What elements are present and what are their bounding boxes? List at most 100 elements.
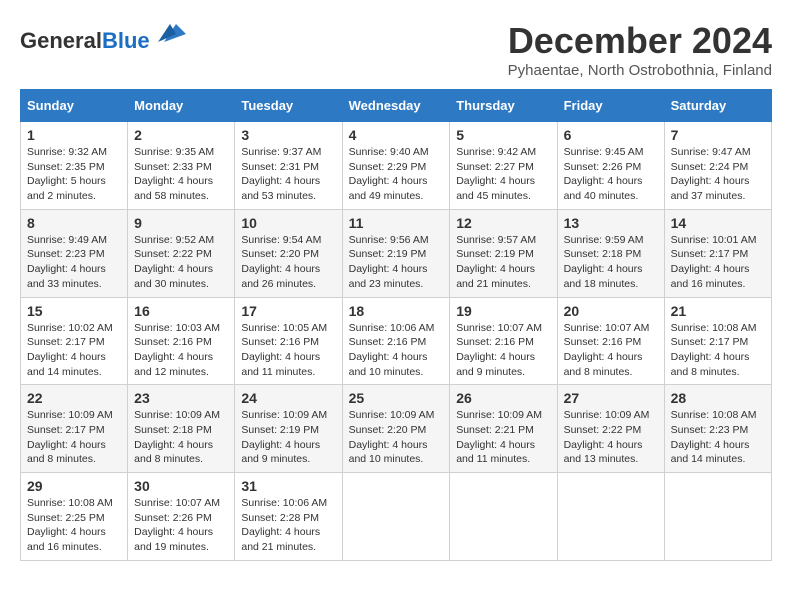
title-block: December 2024 Pyhaentae, North Ostroboth… — [508, 20, 772, 79]
calendar-day-cell: 14 Sunrise: 10:01 AMSunset: 2:17 PMDaylig… — [664, 209, 771, 297]
day-number: 3 — [241, 127, 335, 143]
day-info: Sunrise: 9:45 AMSunset: 2:26 PMDaylight:… — [564, 145, 658, 204]
day-info: Sunrise: 9:59 AMSunset: 2:18 PMDaylight:… — [564, 233, 658, 292]
day-info: Sunrise: 9:32 AMSunset: 2:35 PMDaylight:… — [27, 145, 121, 204]
header-sunday: Sunday — [21, 90, 128, 122]
day-info: Sunrise: 10:03 AMSunset: 2:16 PMDaylight… — [134, 321, 228, 380]
calendar-week-row: 1Sunrise: 9:32 AMSunset: 2:35 PMDaylight… — [21, 122, 772, 210]
calendar-day-cell: 15Sunrise: 10:02 AMSunset: 2:17 PMDaylig… — [21, 297, 128, 385]
day-number: 2 — [134, 127, 228, 143]
day-info: Sunrise: 10:08 AMSunset: 2:23 PMDaylight… — [671, 408, 765, 467]
day-number: 22 — [27, 390, 121, 406]
day-number: 10 — [241, 215, 335, 231]
day-info: Sunrise: 10:02 AMSunset: 2:17 PMDaylight… — [27, 321, 121, 380]
day-number: 17 — [241, 303, 335, 319]
day-number: 18 — [349, 303, 444, 319]
calendar-day-cell: 4 Sunrise: 9:40 AMSunset: 2:29 PMDaylight… — [342, 122, 450, 210]
calendar-day-cell: 18 Sunrise: 10:06 AMSunset: 2:16 PMDaylig… — [342, 297, 450, 385]
day-info: Sunrise: 9:56 AMSunset: 2:19 PMDaylight:… — [349, 233, 444, 292]
day-number: 6 — [564, 127, 658, 143]
day-info: Sunrise: 10:08 AMSunset: 2:25 PMDaylight… — [27, 496, 121, 555]
calendar-day-cell: 31Sunrise: 10:06 AMSunset: 2:28 PMDaylig… — [235, 473, 342, 561]
page-header: GeneralBlue December 2024 Pyhaentae, Nor… — [20, 20, 772, 79]
day-info: Sunrise: 9:42 AMSunset: 2:27 PMDaylight:… — [456, 145, 550, 204]
header-saturday: Saturday — [664, 90, 771, 122]
calendar-week-row: 29 Sunrise: 10:08 AMSunset: 2:25 PMDaylig… — [21, 473, 772, 561]
calendar-header-row: SundayMondayTuesdayWednesdayThursdayFrid… — [21, 90, 772, 122]
calendar-day-cell: 21Sunrise: 10:08 AMSunset: 2:17 PMDaylig… — [664, 297, 771, 385]
calendar-week-row: 8 Sunrise: 9:49 AMSunset: 2:23 PMDaylight… — [21, 209, 772, 297]
header-wednesday: Wednesday — [342, 90, 450, 122]
header-thursday: Thursday — [450, 90, 557, 122]
day-number: 29 — [27, 478, 121, 494]
day-number: 11 — [349, 215, 444, 231]
calendar-day-cell: 25Sunrise: 10:09 AMSunset: 2:20 PMDaylig… — [342, 385, 450, 473]
calendar-day-cell: 30 Sunrise: 10:07 AMSunset: 2:26 PMDaylig… — [128, 473, 235, 561]
calendar-day-cell: 26 Sunrise: 10:09 AMSunset: 2:21 PMDaylig… — [450, 385, 557, 473]
day-info: Sunrise: 10:09 AMSunset: 2:19 PMDaylight… — [241, 408, 335, 467]
calendar-day-cell: 11 Sunrise: 9:56 AMSunset: 2:19 PMDayligh… — [342, 209, 450, 297]
calendar-day-cell: 2 Sunrise: 9:35 AMSunset: 2:33 PMDaylight… — [128, 122, 235, 210]
day-info: Sunrise: 9:35 AMSunset: 2:33 PMDaylight:… — [134, 145, 228, 204]
day-info: Sunrise: 10:09 AMSunset: 2:18 PMDaylight… — [134, 408, 228, 467]
day-number: 30 — [134, 478, 228, 494]
day-info: Sunrise: 9:52 AMSunset: 2:22 PMDaylight:… — [134, 233, 228, 292]
calendar-day-cell: 28 Sunrise: 10:08 AMSunset: 2:23 PMDaylig… — [664, 385, 771, 473]
empty-cell — [664, 473, 771, 561]
day-number: 16 — [134, 303, 228, 319]
day-info: Sunrise: 10:01 AMSunset: 2:17 PMDaylight… — [671, 233, 765, 292]
day-info: Sunrise: 9:37 AMSunset: 2:31 PMDaylight:… — [241, 145, 335, 204]
calendar-day-cell: 3 Sunrise: 9:37 AMSunset: 2:31 PMDaylight… — [235, 122, 342, 210]
day-number: 8 — [27, 215, 121, 231]
day-number: 31 — [241, 478, 335, 494]
day-info: Sunrise: 9:49 AMSunset: 2:23 PMDaylight:… — [27, 233, 121, 292]
day-info: Sunrise: 10:09 AMSunset: 2:22 PMDaylight… — [564, 408, 658, 467]
calendar-day-cell: 23 Sunrise: 10:09 AMSunset: 2:18 PMDaylig… — [128, 385, 235, 473]
day-info: Sunrise: 10:09 AMSunset: 2:20 PMDaylight… — [349, 408, 444, 467]
day-info: Sunrise: 10:06 AMSunset: 2:16 PMDaylight… — [349, 321, 444, 380]
day-number: 9 — [134, 215, 228, 231]
calendar-day-cell: 7Sunrise: 9:47 AMSunset: 2:24 PMDaylight… — [664, 122, 771, 210]
calendar-day-cell: 12 Sunrise: 9:57 AMSunset: 2:19 PMDayligh… — [450, 209, 557, 297]
location-subtitle: Pyhaentae, North Ostrobothnia, Finland — [508, 62, 772, 79]
calendar-table: SundayMondayTuesdayWednesdayThursdayFrid… — [20, 89, 772, 561]
calendar-week-row: 22 Sunrise: 10:09 AMSunset: 2:17 PMDaylig… — [21, 385, 772, 473]
day-info: Sunrise: 10:07 AMSunset: 2:16 PMDaylight… — [564, 321, 658, 380]
day-info: Sunrise: 9:40 AMSunset: 2:29 PMDaylight:… — [349, 145, 444, 204]
day-info: Sunrise: 9:54 AMSunset: 2:20 PMDaylight:… — [241, 233, 335, 292]
day-info: Sunrise: 10:09 AMSunset: 2:21 PMDaylight… — [456, 408, 550, 467]
day-number: 4 — [349, 127, 444, 143]
calendar-day-cell: 16 Sunrise: 10:03 AMSunset: 2:16 PMDaylig… — [128, 297, 235, 385]
day-number: 5 — [456, 127, 550, 143]
day-number: 14 — [671, 215, 765, 231]
header-tuesday: Tuesday — [235, 90, 342, 122]
day-number: 27 — [564, 390, 658, 406]
calendar-day-cell: 22 Sunrise: 10:09 AMSunset: 2:17 PMDaylig… — [21, 385, 128, 473]
day-info: Sunrise: 10:09 AMSunset: 2:17 PMDaylight… — [27, 408, 121, 467]
logo-blue-text: Blue — [102, 28, 150, 53]
calendar-day-cell: 6 Sunrise: 9:45 AMSunset: 2:26 PMDaylight… — [557, 122, 664, 210]
day-info: Sunrise: 10:07 AMSunset: 2:16 PMDaylight… — [456, 321, 550, 380]
day-info: Sunrise: 9:47 AMSunset: 2:24 PMDaylight:… — [671, 145, 765, 204]
day-number: 23 — [134, 390, 228, 406]
day-number: 26 — [456, 390, 550, 406]
calendar-day-cell: 1Sunrise: 9:32 AMSunset: 2:35 PMDaylight… — [21, 122, 128, 210]
calendar-day-cell: 17Sunrise: 10:05 AMSunset: 2:16 PMDaylig… — [235, 297, 342, 385]
calendar-day-cell: 9 Sunrise: 9:52 AMSunset: 2:22 PMDaylight… — [128, 209, 235, 297]
day-info: Sunrise: 9:57 AMSunset: 2:19 PMDaylight:… — [456, 233, 550, 292]
logo: GeneralBlue — [20, 20, 186, 53]
day-number: 20 — [564, 303, 658, 319]
day-number: 19 — [456, 303, 550, 319]
logo-general-text: General — [20, 28, 102, 53]
logo-icon — [158, 20, 186, 48]
day-number: 12 — [456, 215, 550, 231]
day-number: 28 — [671, 390, 765, 406]
calendar-day-cell: 29 Sunrise: 10:08 AMSunset: 2:25 PMDaylig… — [21, 473, 128, 561]
header-friday: Friday — [557, 90, 664, 122]
calendar-day-cell: 27 Sunrise: 10:09 AMSunset: 2:22 PMDaylig… — [557, 385, 664, 473]
header-monday: Monday — [128, 90, 235, 122]
calendar-day-cell: 20 Sunrise: 10:07 AMSunset: 2:16 PMDaylig… — [557, 297, 664, 385]
day-info: Sunrise: 10:07 AMSunset: 2:26 PMDaylight… — [134, 496, 228, 555]
calendar-day-cell: 5 Sunrise: 9:42 AMSunset: 2:27 PMDaylight… — [450, 122, 557, 210]
empty-cell — [450, 473, 557, 561]
